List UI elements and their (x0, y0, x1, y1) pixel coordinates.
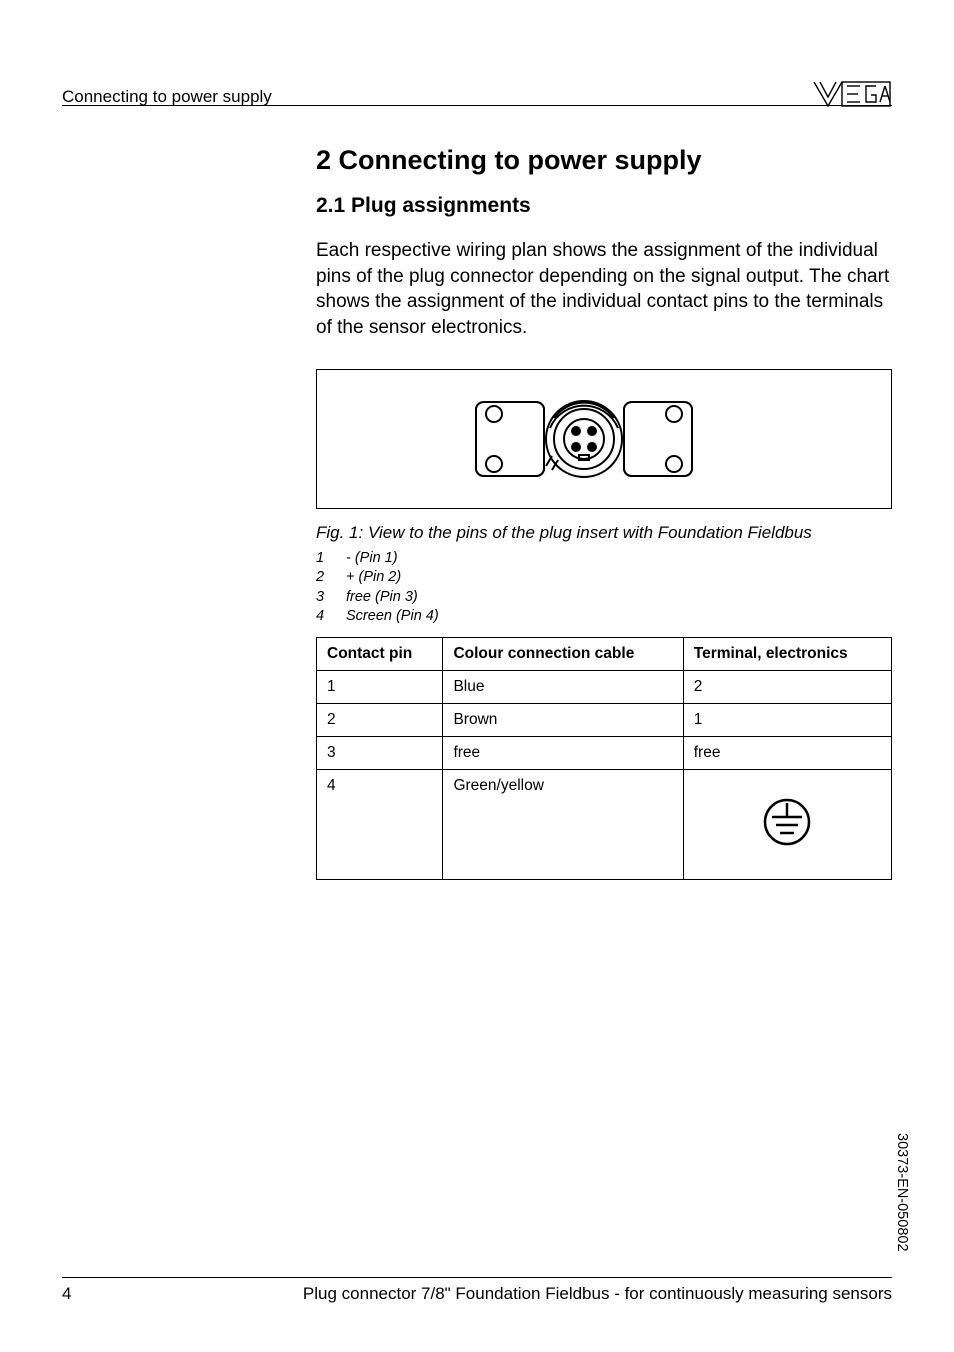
page-number: 4 (62, 1284, 71, 1304)
page-header: Connecting to power supply (62, 78, 892, 115)
pin-assignment-table: Contact pin Colour connection cable Term… (316, 637, 892, 880)
table-row: 1 Blue 2 (317, 670, 892, 703)
col-terminal: Terminal, electronics (683, 637, 891, 670)
chapter-title: 2 Connecting to power supply (316, 145, 892, 176)
table-row: 4 Green/yellow (317, 769, 892, 879)
table-header-row: Contact pin Colour connection cable Term… (317, 637, 892, 670)
figure-caption: Fig. 1: View to the pins of the plug ins… (316, 523, 892, 543)
main-content: 2 Connecting to power supply 2.1 Plug as… (316, 145, 892, 880)
plug-connector-diagram (424, 384, 784, 494)
figure-1 (316, 369, 892, 509)
legend-item: 4Screen (Pin 4) (316, 607, 892, 627)
body-paragraph: Each respective wiring plan shows the as… (316, 238, 892, 341)
footer-title: Plug connector 7/8" Foundation Fieldbus … (303, 1284, 892, 1304)
ground-icon (762, 797, 812, 847)
legend-item: 2+ (Pin 2) (316, 568, 892, 588)
table-row: 3 free free (317, 736, 892, 769)
header-section-label: Connecting to power supply (62, 87, 272, 107)
table-row: 2 Brown 1 (317, 703, 892, 736)
vega-logo (812, 78, 892, 115)
col-colour: Colour connection cable (443, 637, 683, 670)
section-title: 2.1 Plug assignments (316, 194, 892, 218)
legend-item: 1- (Pin 1) (316, 549, 892, 569)
figure-legend: 1- (Pin 1) 2+ (Pin 2) 3free (Pin 3) 4Scr… (316, 549, 892, 627)
ground-symbol-cell (683, 769, 891, 879)
header-rule (62, 105, 892, 106)
page-footer: 4 Plug connector 7/8" Foundation Fieldbu… (62, 1277, 892, 1304)
col-contact-pin: Contact pin (317, 637, 443, 670)
legend-item: 3free (Pin 3) (316, 588, 892, 608)
document-id: 30373-EN-050802 (894, 1133, 910, 1252)
